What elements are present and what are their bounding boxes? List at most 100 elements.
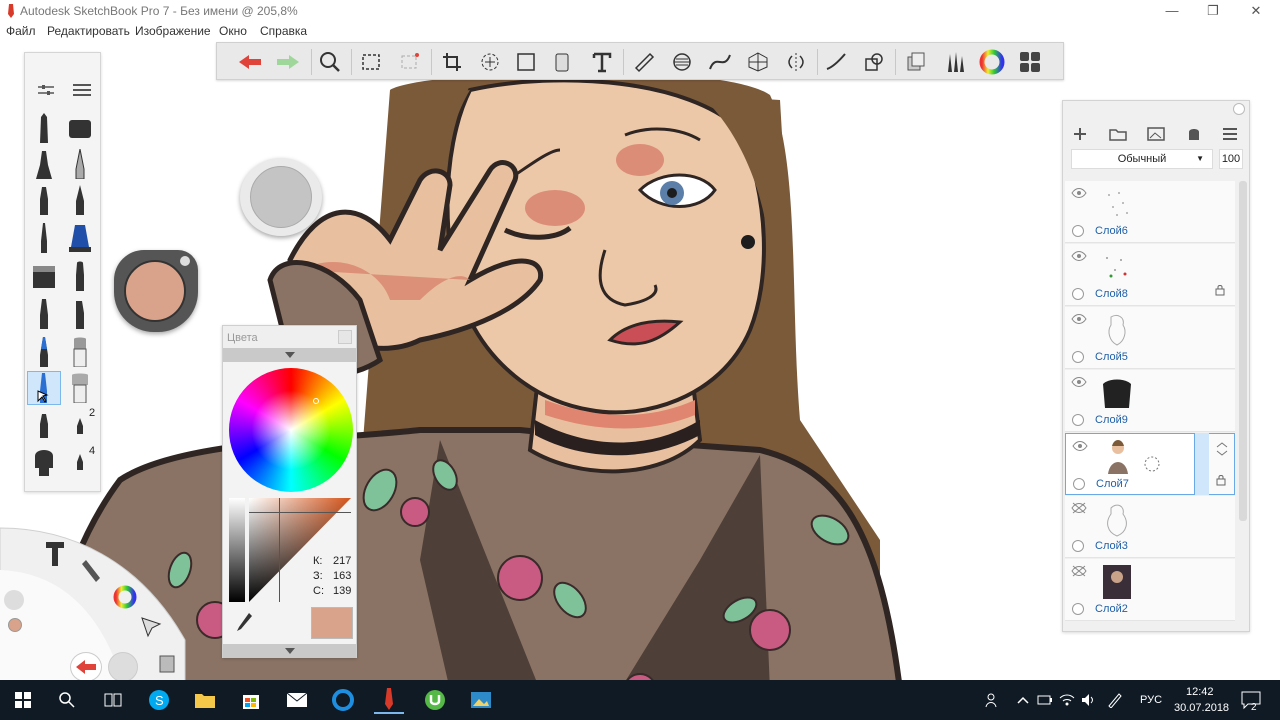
layers-menu-icon[interactable] bbox=[1219, 123, 1241, 145]
import-image-icon[interactable] bbox=[1145, 123, 1167, 145]
menu-window[interactable]: Окно bbox=[219, 24, 247, 38]
flat-brush-icon[interactable] bbox=[63, 297, 97, 331]
sketchbook-taskbar-icon[interactable] bbox=[374, 686, 404, 714]
store-icon[interactable] bbox=[236, 686, 266, 714]
layer-select-radio[interactable] bbox=[1073, 478, 1085, 490]
eyedropper-icon[interactable] bbox=[231, 609, 257, 635]
blue-value[interactable]: 139 bbox=[333, 585, 351, 597]
brush-lagoon-icon[interactable] bbox=[80, 556, 106, 586]
color-indicator[interactable] bbox=[8, 618, 22, 632]
french-curve-icon[interactable] bbox=[705, 47, 735, 77]
add-layer-icon[interactable] bbox=[1069, 123, 1091, 145]
eye-hidden-icon[interactable] bbox=[1071, 502, 1087, 517]
redo-icon[interactable] bbox=[273, 47, 303, 77]
ruler-icon[interactable] bbox=[629, 47, 659, 77]
blue-pen-brush-icon[interactable] bbox=[27, 335, 61, 369]
layer-row-selected[interactable]: Слой7 bbox=[1065, 433, 1195, 495]
layer-row[interactable]: Слой2 bbox=[1065, 559, 1235, 621]
layer-row[interactable]: Слой6 bbox=[1065, 181, 1235, 243]
layer-row[interactable]: Слой9 bbox=[1065, 370, 1235, 432]
utorrent-icon[interactable] bbox=[420, 686, 450, 714]
blend-mode-select[interactable]: Обычный ▼ bbox=[1071, 149, 1213, 169]
photos-app-icon[interactable] bbox=[466, 686, 496, 714]
layer-select-radio[interactable] bbox=[1072, 288, 1084, 300]
ballpoint-brush-icon[interactable] bbox=[63, 183, 97, 217]
undo-icon[interactable] bbox=[235, 47, 265, 77]
lagoon-layer-icon[interactable] bbox=[158, 652, 182, 678]
layer-opacity-field[interactable]: 100 bbox=[1219, 149, 1243, 169]
layer-name[interactable]: Слой9 bbox=[1095, 414, 1128, 426]
smudge-brush-icon[interactable] bbox=[63, 371, 97, 405]
wifi-icon[interactable] bbox=[1056, 686, 1078, 714]
mail-icon[interactable] bbox=[282, 686, 312, 714]
layers-scrollbar[interactable] bbox=[1239, 181, 1247, 521]
menu-help[interactable]: Справка bbox=[260, 24, 307, 38]
toolbox-icon[interactable] bbox=[1015, 47, 1045, 77]
eraser-brush-icon[interactable] bbox=[63, 111, 97, 145]
eye-icon[interactable] bbox=[1071, 250, 1087, 265]
select-rect-icon[interactable] bbox=[357, 47, 387, 77]
layer-row[interactable]: Слой5 bbox=[1065, 307, 1235, 369]
lagoon-redo-icon[interactable] bbox=[108, 652, 138, 682]
layer-row[interactable]: Слой3 bbox=[1065, 496, 1235, 558]
colors-panel-expand-bar[interactable] bbox=[223, 644, 356, 658]
menu-edit[interactable]: Редактировать bbox=[47, 24, 130, 38]
fill-bucket-icon[interactable] bbox=[547, 47, 577, 77]
layer-name[interactable]: Слой2 bbox=[1095, 603, 1128, 615]
layer-name[interactable]: Слой3 bbox=[1095, 540, 1128, 552]
task-view-icon[interactable] bbox=[98, 686, 128, 714]
tray-chevron-up-icon[interactable] bbox=[1012, 686, 1034, 714]
red-value[interactable]: 217 bbox=[333, 555, 351, 567]
colors-panel-collapse-bar[interactable] bbox=[223, 348, 356, 362]
layer-group-icon[interactable] bbox=[1107, 123, 1129, 145]
clock-date[interactable]: 30.07.2018 bbox=[1174, 702, 1229, 714]
eye-hidden-icon[interactable] bbox=[1071, 565, 1087, 580]
windows-start-icon[interactable] bbox=[8, 686, 38, 714]
perspective-icon[interactable] bbox=[743, 47, 773, 77]
tools-icon[interactable] bbox=[42, 538, 68, 568]
eye-icon[interactable] bbox=[1071, 187, 1087, 202]
pen-workspace-icon[interactable] bbox=[1104, 686, 1126, 714]
maximize-button[interactable]: ❐ bbox=[1199, 2, 1227, 20]
layers-copy-icon[interactable] bbox=[901, 47, 931, 77]
technical-pen-brush-icon[interactable] bbox=[27, 221, 61, 255]
select-lasso-icon[interactable] bbox=[395, 47, 425, 77]
layer-select-radio[interactable] bbox=[1072, 603, 1084, 615]
close-button[interactable]: ✕ bbox=[1242, 2, 1270, 20]
clock-time[interactable]: 12:42 bbox=[1186, 686, 1214, 698]
zoom-icon[interactable] bbox=[315, 47, 345, 77]
pencil-brush-icon[interactable] bbox=[27, 111, 61, 145]
edge-icon[interactable] bbox=[328, 686, 358, 714]
blender-brush-icon[interactable] bbox=[27, 445, 61, 479]
hue-picker[interactable] bbox=[313, 398, 319, 404]
ink-pen-brush-icon[interactable] bbox=[27, 147, 61, 181]
brush-properties-icon[interactable] bbox=[29, 73, 63, 107]
skype-icon[interactable]: S bbox=[144, 686, 174, 714]
battery-icon[interactable] bbox=[1034, 686, 1056, 714]
select-lagoon-icon[interactable] bbox=[140, 616, 166, 642]
steady-stroke-icon[interactable] bbox=[821, 47, 851, 77]
lagoon-undo-icon[interactable] bbox=[70, 652, 102, 682]
layer-move-handle-icon[interactable] bbox=[1142, 454, 1162, 477]
lock-icon[interactable] bbox=[1216, 474, 1226, 489]
layer-select-radio[interactable] bbox=[1072, 225, 1084, 237]
symmetry-icon[interactable] bbox=[781, 47, 811, 77]
distort-icon[interactable] bbox=[511, 47, 541, 77]
search-icon[interactable] bbox=[52, 686, 82, 714]
green-value[interactable]: 163 bbox=[333, 570, 351, 582]
menu-image[interactable]: Изображение bbox=[135, 24, 211, 38]
blue-marker-brush-icon[interactable] bbox=[63, 221, 97, 255]
clear-layer-icon[interactable] bbox=[1183, 123, 1205, 145]
eye-icon[interactable] bbox=[1071, 376, 1087, 391]
marker-brush-icon[interactable] bbox=[27, 183, 61, 217]
brush-library-icon[interactable] bbox=[939, 47, 969, 77]
eye-icon[interactable] bbox=[1071, 313, 1087, 328]
volume-icon[interactable] bbox=[1078, 686, 1100, 714]
layer-select-radio[interactable] bbox=[1072, 414, 1084, 426]
eye-icon[interactable] bbox=[1072, 440, 1088, 455]
people-icon[interactable] bbox=[978, 686, 1008, 714]
soft-eraser-brush-icon[interactable] bbox=[63, 335, 97, 369]
layers-panel-close-icon[interactable] bbox=[1233, 103, 1245, 115]
brush-set-menu-icon[interactable] bbox=[65, 73, 99, 107]
layer-row[interactable]: Слой8 bbox=[1065, 244, 1235, 306]
